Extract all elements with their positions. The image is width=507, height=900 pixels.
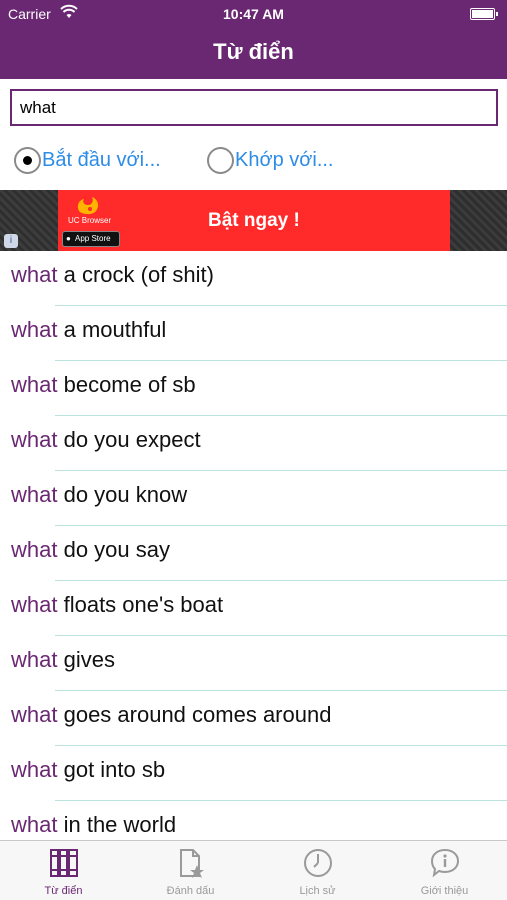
clock-icon bbox=[302, 847, 334, 879]
result-item-text: what a crock (of shit) bbox=[11, 262, 214, 288]
ad-info-icon[interactable]: i bbox=[4, 234, 18, 248]
nav-bar: Từ điển bbox=[0, 28, 507, 79]
result-item-text: what become of sb bbox=[11, 372, 196, 398]
result-item-text: what got into sb bbox=[11, 757, 165, 783]
status-bar: Carrier 10:47 AM bbox=[0, 0, 507, 28]
radio-starts-with[interactable]: Bắt đầu với... bbox=[14, 146, 161, 174]
result-item-text: what floats one's boat bbox=[11, 592, 223, 618]
result-item[interactable]: what do you say bbox=[0, 526, 507, 581]
battery-icon bbox=[470, 8, 498, 20]
tab-dictionary[interactable]: Từ điển bbox=[0, 841, 127, 900]
radio-starts-with-indicator bbox=[14, 146, 41, 174]
result-item-match: what bbox=[11, 702, 58, 727]
result-item-rest: floats one's boat bbox=[57, 592, 224, 617]
result-item-rest: a mouthful bbox=[57, 317, 167, 342]
status-time: 10:47 AM bbox=[223, 6, 284, 22]
result-item[interactable]: what do you expect bbox=[0, 416, 507, 471]
result-item-match: what bbox=[11, 757, 58, 782]
result-item[interactable]: what got into sb bbox=[0, 746, 507, 801]
info-icon bbox=[429, 847, 461, 879]
tab-history[interactable]: Lịch sử bbox=[254, 841, 381, 900]
radio-starts-with-label: Bắt đầu với... bbox=[42, 148, 161, 171]
result-item-text: what goes around comes around bbox=[11, 702, 331, 728]
radio-matches-label: Khớp với... bbox=[235, 148, 334, 171]
ad-cta[interactable]: Bật ngay ! bbox=[208, 210, 300, 232]
tab-bookmarks[interactable]: Đánh dấu bbox=[127, 841, 254, 900]
result-item-match: what bbox=[11, 537, 58, 562]
tab-bookmarks-label: Đánh dấu bbox=[166, 885, 215, 897]
tab-history-label: Lịch sử bbox=[299, 885, 336, 897]
result-item-rest: a crock (of shit) bbox=[57, 262, 214, 287]
search-input[interactable] bbox=[10, 89, 498, 126]
bookmark-star-icon bbox=[175, 847, 207, 879]
tab-dictionary-label: Từ điển bbox=[44, 885, 83, 897]
tab-about-label: Giới thiệu bbox=[420, 885, 469, 897]
result-item-text: what in the world bbox=[11, 812, 176, 838]
result-item-rest: become of sb bbox=[57, 372, 196, 397]
ad-brand: UC Browser bbox=[68, 216, 112, 225]
result-item[interactable]: what floats one's boat bbox=[0, 581, 507, 636]
books-icon bbox=[48, 847, 80, 879]
tab-bar: Từ điển Đánh dấu Lịch sử Giới thiệu bbox=[0, 840, 507, 900]
result-item-rest: do you know bbox=[57, 482, 188, 507]
radio-matches[interactable]: Khớp với... bbox=[207, 146, 334, 174]
result-item-match: what bbox=[11, 262, 58, 287]
result-item-text: what a mouthful bbox=[11, 317, 166, 343]
result-item[interactable]: what become of sb bbox=[0, 361, 507, 416]
results-list: what a crock (of shit) what a mouthful wha… bbox=[0, 251, 507, 840]
result-item[interactable]: what in the world bbox=[0, 801, 507, 840]
result-item-rest: do you expect bbox=[57, 427, 201, 452]
result-item-match: what bbox=[11, 812, 58, 837]
result-item[interactable]: what a crock (of shit) bbox=[0, 251, 507, 306]
result-item-match: what bbox=[11, 592, 58, 617]
result-item-match: what bbox=[11, 372, 58, 397]
app-store-badge[interactable]: App Store bbox=[62, 231, 120, 247]
result-item-rest: in the world bbox=[57, 812, 177, 837]
result-item-text: what gives bbox=[11, 647, 115, 673]
ad-content[interactable]: UC Browser App Store Bật ngay ! bbox=[58, 190, 450, 251]
result-item[interactable]: what gives bbox=[0, 636, 507, 691]
result-item-match: what bbox=[11, 482, 58, 507]
result-item-rest: gives bbox=[57, 647, 115, 672]
result-item[interactable]: what do you know bbox=[0, 471, 507, 526]
uc-squirrel-icon bbox=[72, 194, 104, 216]
result-item-rest: got into sb bbox=[57, 757, 166, 782]
result-item-match: what bbox=[11, 647, 58, 672]
result-item[interactable]: what a mouthful bbox=[0, 306, 507, 361]
result-item-text: what do you expect bbox=[11, 427, 201, 453]
result-item-match: what bbox=[11, 427, 58, 452]
radio-matches-indicator bbox=[207, 146, 234, 174]
result-item[interactable]: what goes around comes around bbox=[0, 691, 507, 746]
page-title: Từ điển bbox=[213, 39, 294, 64]
result-item-rest: do you say bbox=[57, 537, 170, 562]
result-item-text: what do you know bbox=[11, 482, 187, 508]
result-item-text: what do you say bbox=[11, 537, 170, 563]
tab-about[interactable]: Giới thiệu bbox=[381, 841, 507, 900]
ad-banner[interactable]: i UC Browser App Store Bật ngay ! bbox=[0, 190, 507, 251]
result-item-rest: goes around comes around bbox=[57, 702, 332, 727]
match-mode-group: Bắt đầu với... Khớp với... bbox=[0, 146, 507, 174]
result-item-match: what bbox=[11, 317, 58, 342]
